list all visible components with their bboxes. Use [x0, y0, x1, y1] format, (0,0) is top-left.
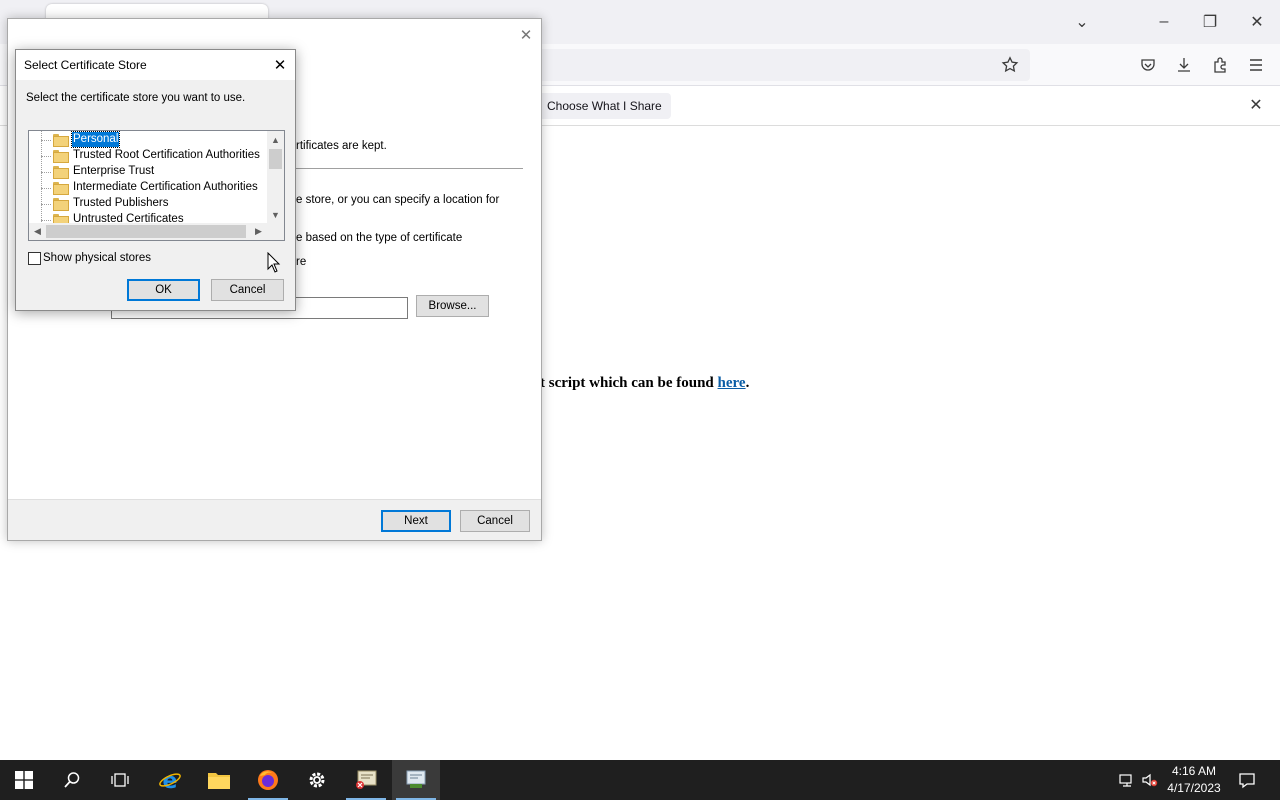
- scroll-corner: [267, 223, 284, 240]
- mouse-cursor-icon: [267, 252, 281, 273]
- tree-item-intermediate[interactable]: Intermediate Certification Authorities: [29, 180, 265, 196]
- system-clock[interactable]: 4:16 AM 4/17/2023: [1160, 763, 1228, 797]
- here-link[interactable]: here: [718, 375, 746, 391]
- search-button[interactable]: [48, 760, 96, 800]
- folder-icon: [53, 134, 69, 147]
- dialog-instruction: Select the certificate store you want to…: [26, 92, 246, 104]
- wizard-text-store: e store, or you can specify a location f…: [296, 194, 500, 206]
- downloads-icon[interactable]: [1172, 53, 1196, 77]
- clock-time: 4:16 AM: [1171, 764, 1217, 778]
- search-icon: [64, 772, 80, 788]
- restore-icon[interactable]: ❐: [1198, 10, 1222, 34]
- windows-logo-icon: [15, 771, 33, 789]
- scroll-down-icon[interactable]: ▼: [267, 206, 284, 223]
- wizard-text-place-all: re: [296, 256, 307, 268]
- certificate-manager-button[interactable]: [342, 760, 390, 800]
- internet-explorer-button[interactable]: e: [146, 760, 194, 800]
- choose-what-i-share-button[interactable]: Choose What I Share: [538, 93, 671, 119]
- vertical-scroll-thumb[interactable]: [269, 149, 282, 169]
- volume-muted-icon[interactable]: [1140, 770, 1160, 790]
- folder-icon: [53, 166, 69, 179]
- dialog-close-icon[interactable]: ✕: [270, 55, 290, 75]
- tree-item-label: Trusted Publishers: [73, 197, 169, 209]
- dialog-title: Select Certificate Store: [24, 58, 147, 72]
- firefox-icon: [258, 770, 278, 790]
- certificate-wizard-icon: [406, 770, 426, 788]
- list-all-tabs-icon[interactable]: ⌄: [1070, 10, 1094, 34]
- show-physical-stores-label[interactable]: Show physical stores: [43, 252, 151, 264]
- wizard-text-auto-select: e based on the type of certificate: [296, 232, 463, 244]
- tree-item-enterprise-trust[interactable]: Enterprise Trust: [29, 164, 265, 180]
- tree-item-label: Enterprise Trust: [73, 165, 155, 177]
- close-window-icon[interactable]: ✕: [1245, 10, 1269, 34]
- certificate-import-wizard-button[interactable]: [392, 760, 440, 800]
- horizontal-scrollbar[interactable]: ◀ ▶: [29, 223, 267, 240]
- bookmark-star-icon[interactable]: [998, 53, 1022, 77]
- page-text-fragment: t script which can be found: [540, 375, 718, 391]
- network-icon[interactable]: [1117, 770, 1137, 790]
- folder-icon: [53, 198, 69, 211]
- tree-item-personal[interactable]: Personal: [29, 131, 265, 148]
- extensions-icon[interactable]: [1208, 53, 1232, 77]
- clock-date: 4/17/2023: [1167, 781, 1221, 795]
- next-button[interactable]: Next: [381, 510, 451, 532]
- wizard-close-icon[interactable]: ✕: [516, 25, 536, 45]
- certificate-store-tree[interactable]: Personal Trusted Root Certification Auth…: [28, 130, 285, 241]
- ok-button[interactable]: OK: [127, 279, 200, 301]
- start-button[interactable]: [0, 760, 48, 800]
- dialog-cancel-button[interactable]: Cancel: [211, 279, 284, 301]
- page-text-period: .: [745, 375, 750, 391]
- tree-item-trusted-publishers[interactable]: Trusted Publishers: [29, 196, 265, 212]
- gear-icon: [309, 772, 325, 788]
- menu-icon[interactable]: [1244, 53, 1268, 77]
- file-explorer-button[interactable]: [195, 760, 243, 800]
- horizontal-scroll-thumb[interactable]: [46, 225, 246, 238]
- task-view-icon: [111, 773, 129, 787]
- show-physical-stores-checkbox[interactable]: [28, 252, 41, 265]
- tree-item-label: Personal: [70, 131, 121, 148]
- wizard-text-kept: rtificates are kept.: [296, 140, 387, 152]
- dialog-titlebar: Select Certificate Store ✕: [16, 50, 295, 80]
- wizard-cancel-button[interactable]: Cancel: [460, 510, 530, 532]
- task-view-button[interactable]: [96, 760, 144, 800]
- folder-icon: [53, 182, 69, 195]
- minimize-icon[interactable]: –: [1152, 10, 1176, 34]
- scroll-up-icon[interactable]: ▲: [267, 131, 284, 148]
- vertical-scrollbar[interactable]: ▲ ▼: [267, 131, 284, 223]
- notifications-icon[interactable]: [1237, 770, 1257, 790]
- scroll-right-icon[interactable]: ▶: [250, 223, 267, 240]
- folder-icon: [53, 150, 69, 163]
- internet-explorer-icon: e: [159, 769, 181, 792]
- wizard-footer: Next Cancel: [8, 499, 541, 540]
- file-explorer-icon: [208, 773, 230, 789]
- settings-button[interactable]: [293, 760, 341, 800]
- page-content-text: t script which can be found here.: [540, 375, 749, 392]
- taskbar: e 4:16 AM 4/17/2023: [0, 760, 1280, 800]
- pocket-icon[interactable]: [1136, 53, 1160, 77]
- certificate-manager-icon: [356, 770, 377, 789]
- firefox-button[interactable]: [244, 760, 292, 800]
- notification-close-icon[interactable]: ✕: [1246, 95, 1266, 115]
- svg-text:e: e: [163, 769, 178, 792]
- browse-button[interactable]: Browse...: [416, 295, 489, 317]
- scroll-left-icon[interactable]: ◀: [29, 223, 46, 240]
- tree-item-label: Trusted Root Certification Authorities: [73, 149, 260, 161]
- select-certificate-store-dialog: Select Certificate Store ✕ Select the ce…: [15, 49, 296, 311]
- tree-item-label: Intermediate Certification Authorities: [73, 181, 258, 193]
- tree-item-trusted-root[interactable]: Trusted Root Certification Authorities: [29, 148, 265, 164]
